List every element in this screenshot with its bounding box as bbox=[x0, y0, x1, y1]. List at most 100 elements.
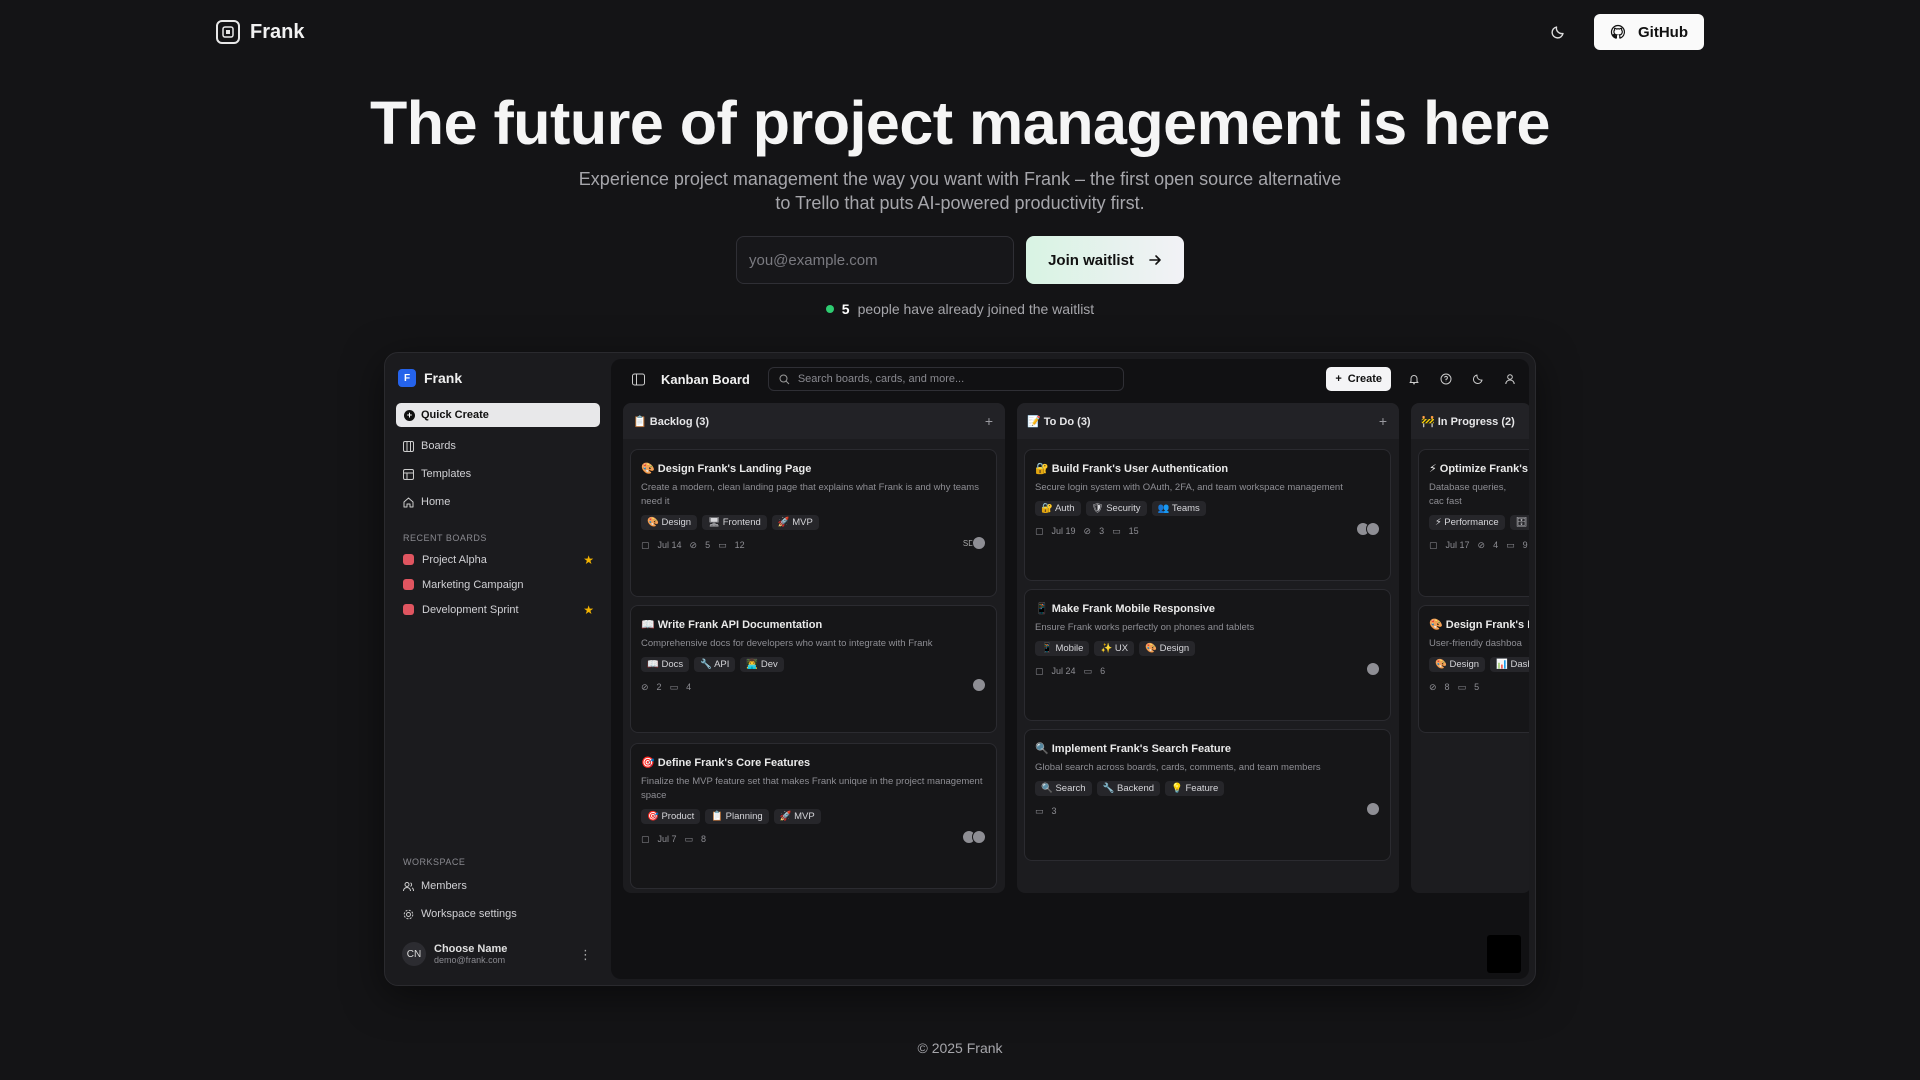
star-icon[interactable]: ★ bbox=[583, 553, 594, 567]
star-icon[interactable]: ★ bbox=[583, 603, 594, 617]
card-title: 🎯 Define Frank's Core Features bbox=[641, 757, 811, 769]
card-date: Jul 14 bbox=[657, 540, 682, 550]
bell-icon[interactable] bbox=[1405, 370, 1423, 388]
comment-icon: ▭ bbox=[1083, 665, 1093, 676]
recent-board-label: Development Sprint bbox=[422, 603, 519, 616]
theme-toggle-moon-icon[interactable] bbox=[1542, 16, 1574, 48]
comment-count: 9 bbox=[1522, 540, 1528, 550]
card[interactable]: 🔍 Implement Frank's Search Feature Globa… bbox=[1024, 729, 1391, 861]
card-meta: ▢ Jul 24 ▭ 6 bbox=[1035, 662, 1380, 678]
card-tags: 🎯 Product 📋 Planning 🚀 MVP bbox=[641, 809, 986, 824]
sidebar-item-home[interactable]: Home bbox=[396, 489, 600, 515]
sidebar-item-label: Boards bbox=[421, 440, 456, 452]
card-title: 📱 Make Frank Mobile Responsive bbox=[1035, 603, 1215, 615]
sidebar-item-members[interactable]: Members bbox=[396, 873, 600, 899]
calendar-icon: ▢ bbox=[641, 539, 650, 550]
calendar-icon: ▢ bbox=[1035, 525, 1044, 536]
hero-subtitle-line1: Experience project management the way yo… bbox=[578, 169, 1342, 189]
more-vertical-icon[interactable]: ⋮ bbox=[579, 947, 592, 963]
recent-board-development-sprint[interactable]: Development Sprint ★ bbox=[396, 597, 600, 622]
recent-board-project-alpha[interactable]: Project Alpha ★ bbox=[396, 547, 600, 572]
add-card-icon[interactable]: + bbox=[1379, 413, 1387, 429]
plus-icon: + bbox=[1335, 373, 1342, 385]
moon-icon[interactable] bbox=[1469, 370, 1487, 388]
tag: 💡 Feature bbox=[1165, 781, 1225, 796]
column-header: 📝 To Do (3) + bbox=[1017, 403, 1399, 439]
app-logo-icon: F bbox=[398, 369, 416, 387]
card-meta: ▢ Jul 14 ⊘ 5 ▭ 12 SD bbox=[641, 536, 986, 552]
comment-icon: ▭ bbox=[718, 539, 727, 550]
quick-create-button[interactable]: + Quick Create bbox=[396, 403, 600, 427]
top-nav: Frank GitHub bbox=[216, 14, 1704, 50]
tag: 📖 Docs bbox=[641, 657, 690, 672]
tag: 📋 Planning bbox=[705, 809, 769, 824]
card-meta: ▢ Jul 7 ▭ 8 bbox=[641, 830, 986, 846]
github-button[interactable]: GitHub bbox=[1594, 14, 1704, 50]
sidebar-item-label: Home bbox=[421, 496, 451, 508]
attachment-count: 5 bbox=[705, 540, 711, 550]
card[interactable]: 📖 Write Frank API Documentation Comprehe… bbox=[630, 605, 997, 733]
sidebar-item-boards[interactable]: Boards bbox=[396, 433, 600, 459]
recent-boards-heading: RECENT BOARDS bbox=[403, 533, 487, 543]
attachment-count: 8 bbox=[1444, 682, 1450, 692]
card-tags: ⚡ Performance 🗄 bbox=[1429, 515, 1529, 530]
card-assignees bbox=[1356, 522, 1380, 536]
comment-icon: ▭ bbox=[1035, 805, 1044, 816]
tag: 🖥 Frontend bbox=[702, 515, 767, 530]
create-button[interactable]: + Create bbox=[1326, 367, 1391, 391]
search-input[interactable]: Search boards, cards, and more... bbox=[767, 367, 1124, 391]
comment-count: 15 bbox=[1128, 526, 1139, 536]
arrow-right-icon bbox=[1148, 253, 1162, 267]
join-waitlist-button[interactable]: Join waitlist bbox=[1026, 236, 1184, 284]
sidebar-item-templates[interactable]: Templates bbox=[396, 461, 600, 487]
tag: 🚀 MVP bbox=[773, 809, 821, 824]
card[interactable]: 🎯 Define Frank's Core Features Finalize … bbox=[630, 743, 997, 889]
user-profile[interactable]: CN Choose Name demo@frank.com ⋮ bbox=[396, 937, 600, 971]
attachment-icon: ⊘ bbox=[689, 539, 698, 550]
floating-widget[interactable] bbox=[1487, 935, 1521, 973]
card[interactable]: 🎨 Design Frank's D User-friendly dashboa… bbox=[1418, 605, 1529, 733]
join-waitlist-label: Join waitlist bbox=[1048, 251, 1134, 269]
card-description: Comprehensive docs for developers who wa… bbox=[641, 638, 933, 649]
card-description: Secure login system with OAuth, 2FA, and… bbox=[1035, 482, 1343, 493]
card[interactable]: 🎨 Design Frank's Landing Page Create a m… bbox=[630, 449, 997, 597]
app-brand[interactable]: F Frank bbox=[396, 365, 600, 391]
card-meta: ⊘ 8 ▭ 5 bbox=[1429, 680, 1529, 694]
card-date: Jul 17 bbox=[1445, 540, 1470, 550]
card-title: 🔍 Implement Frank's Search Feature bbox=[1035, 743, 1232, 755]
app-preview: F Frank + Quick Create Boards Templates … bbox=[384, 352, 1536, 986]
tag: ✨ UX bbox=[1094, 641, 1135, 656]
tag: 🎨 Design bbox=[1139, 641, 1196, 656]
card-assignees: SD bbox=[963, 536, 986, 550]
card-description: Ensure Frank works perfectly on phones a… bbox=[1035, 622, 1255, 633]
comment-icon: ▭ bbox=[1112, 525, 1121, 536]
card[interactable]: 🔐 Build Frank's User Authentication Secu… bbox=[1024, 449, 1391, 581]
card-description: Create a modern, clean landing page that… bbox=[641, 482, 979, 507]
sidebar-toggle-icon[interactable] bbox=[629, 370, 647, 388]
card-title: 🔐 Build Frank's User Authentication bbox=[1035, 463, 1229, 475]
card[interactable]: ⚡ Optimize Frank's Database queries, cac… bbox=[1418, 449, 1529, 597]
hero-subtitle-line2: to Trello that puts AI-powered productiv… bbox=[775, 193, 1145, 213]
help-icon[interactable] bbox=[1437, 370, 1455, 388]
email-input[interactable] bbox=[736, 236, 1014, 284]
user-icon[interactable] bbox=[1501, 370, 1519, 388]
add-card-icon[interactable]: + bbox=[985, 413, 993, 429]
brand[interactable]: Frank bbox=[216, 20, 304, 44]
card-date: Jul 24 bbox=[1051, 666, 1076, 676]
tag: 🎨 Design bbox=[1429, 657, 1486, 672]
tag: 📱 Mobile bbox=[1035, 641, 1090, 656]
card-meta: ⊘ 2 ▭ 4 bbox=[641, 678, 986, 694]
recent-board-marketing-campaign[interactable]: Marketing Campaign bbox=[396, 572, 600, 597]
avatar: CN bbox=[402, 942, 426, 966]
tag: 🚀 MVP bbox=[771, 515, 819, 530]
card-title: ⚡ Optimize Frank's bbox=[1429, 463, 1528, 475]
board-color-icon bbox=[403, 604, 414, 615]
sidebar-item-label: Workspace settings bbox=[421, 908, 517, 920]
sidebar-item-workspace-settings[interactable]: Workspace settings bbox=[396, 901, 600, 927]
workspace-heading: WORKSPACE bbox=[403, 857, 466, 867]
card[interactable]: 📱 Make Frank Mobile Responsive Ensure Fr… bbox=[1024, 589, 1391, 721]
tag: 🗄 bbox=[1509, 515, 1529, 530]
templates-icon bbox=[403, 468, 414, 480]
comment-count: 12 bbox=[734, 540, 745, 550]
app-brand-name: Frank bbox=[424, 370, 463, 386]
